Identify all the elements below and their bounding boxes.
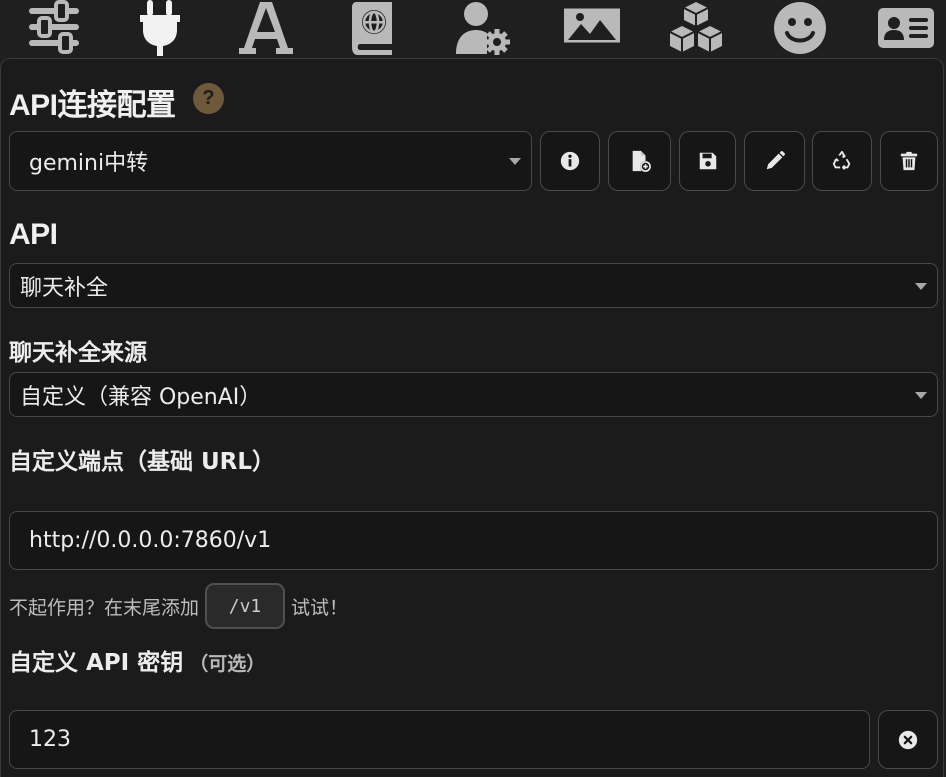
info-button[interactable] <box>540 131 600 191</box>
help-icon[interactable]: ? <box>193 83 224 114</box>
cubes-icon[interactable] <box>656 0 736 56</box>
api-label: API <box>9 218 58 251</box>
endpoint-hint: 不起作用？在末尾添加 /v1 试试！ <box>9 583 349 629</box>
plug-icon[interactable] <box>120 0 200 56</box>
user-gear-icon[interactable] <box>442 0 522 56</box>
chat-source-value: 自定义（兼容 OpenAI） <box>20 384 262 410</box>
chat-source-label: 聊天补全来源 <box>9 340 147 366</box>
hint-code: /v1 <box>205 583 286 629</box>
api-type-value: 聊天补全 <box>20 275 109 301</box>
endpoint-url-input[interactable]: http://0.0.0.0:7860/v1 <box>9 511 938 570</box>
sliders-icon[interactable] <box>14 0 94 56</box>
trash-icon <box>900 151 918 171</box>
api-key-input[interactable]: 123 <box>9 710 870 769</box>
recycle-icon <box>832 150 851 170</box>
save-button[interactable] <box>679 131 736 191</box>
book-globe-icon[interactable] <box>334 0 414 56</box>
top-navigation-bar <box>0 0 946 58</box>
smiley-icon[interactable] <box>760 0 840 56</box>
file-plus-icon <box>632 150 651 172</box>
api-type-select[interactable]: 聊天补全 <box>9 263 938 308</box>
api-key-label-text: 自定义 API 密钥 <box>9 650 184 676</box>
chevron-down-icon <box>509 158 521 165</box>
clear-api-key-button[interactable] <box>878 710 938 769</box>
api-config-title: API连接配置 <box>9 89 176 122</box>
info-circle-icon <box>560 151 580 171</box>
api-key-optional-label: （可选） <box>189 653 266 675</box>
rename-button[interactable] <box>744 131 805 191</box>
recycle-button[interactable] <box>812 131 872 191</box>
pencil-icon <box>766 151 785 170</box>
hint-text-after: 试试！ <box>291 596 349 619</box>
hint-text-before: 不起作用？在末尾添加 <box>9 596 200 619</box>
endpoint-label: 自定义端点（基础 URL） <box>9 449 276 475</box>
api-key-value: 123 <box>29 727 71 752</box>
id-card-icon[interactable] <box>866 0 946 56</box>
clear-x-circle-icon <box>898 730 918 749</box>
endpoint-url-value: http://0.0.0.0:7860/v1 <box>29 528 272 553</box>
floppy-disk-icon <box>699 152 716 170</box>
font-a-icon[interactable] <box>226 0 306 56</box>
new-profile-button[interactable] <box>608 131 671 191</box>
image-icon[interactable] <box>552 0 632 56</box>
connection-profile-value: gemini中转 <box>29 151 149 176</box>
connection-profile-select[interactable]: gemini中转 <box>9 131 532 191</box>
api-key-label: 自定义 API 密钥 （可选） <box>9 643 265 677</box>
delete-button[interactable] <box>880 131 938 191</box>
chevron-down-icon <box>915 282 927 290</box>
chat-source-select[interactable]: 自定义（兼容 OpenAI） <box>9 372 938 417</box>
chevron-down-icon <box>915 391 927 399</box>
